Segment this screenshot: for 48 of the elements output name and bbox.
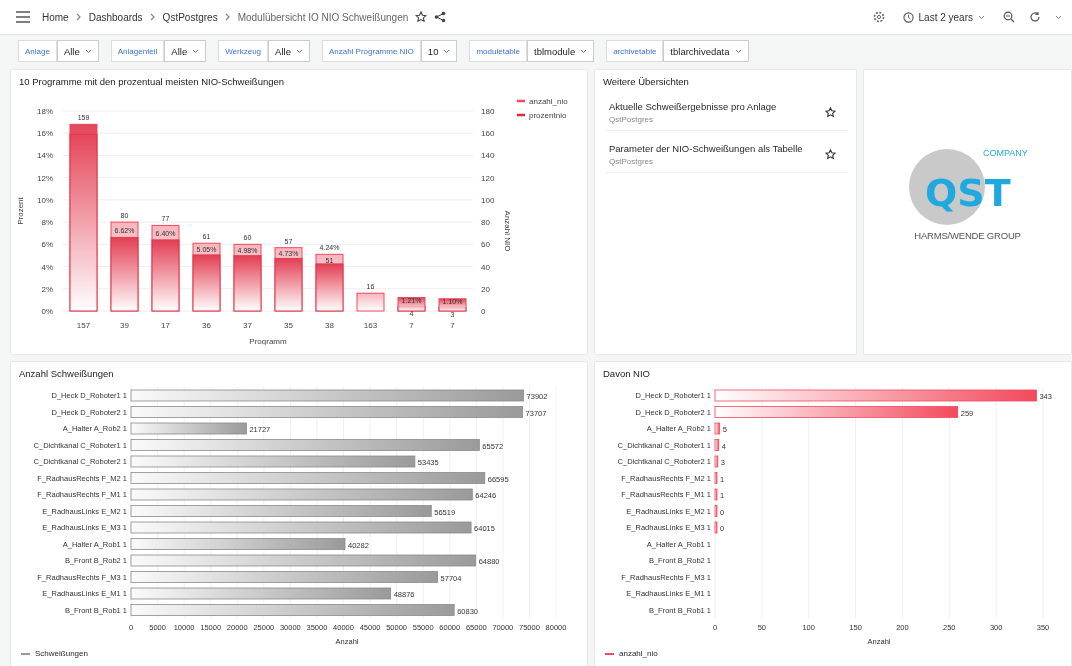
panel-title: Anzahl Schweißungen <box>18 367 115 381</box>
axis-tick-label: 4% <box>41 262 53 272</box>
axis-tick-label: 0 <box>481 307 486 316</box>
folder-name: QstPostgres <box>609 115 654 124</box>
axis-tick-label: 2% <box>41 284 53 294</box>
panel-title: Davon NIO <box>602 367 651 381</box>
axis-tick-label: 17 <box>161 321 170 330</box>
axis-tick-label: 35 <box>284 321 293 330</box>
axis-tick-label: 80 <box>481 218 490 228</box>
variable-label: Anlagenteil <box>110 40 165 62</box>
axis-tick-label: 10% <box>37 195 53 205</box>
axis-tick-label: 18% <box>37 107 53 116</box>
axis-tick-label: 36 <box>202 321 211 330</box>
panel-title: 10 Programme mit den prozentual meisten NIO-Schweißungen <box>18 75 286 89</box>
axis-title: Prozent <box>16 197 25 225</box>
axis-tick-label: 20 <box>481 284 490 294</box>
axis-tick-label: 100 <box>481 195 495 205</box>
axis-tick-label: 0% <box>41 307 53 316</box>
panel-title: Weitere Übersichten <box>602 75 690 89</box>
axis-tick-label: 120 <box>481 173 495 183</box>
axis-title: Programm <box>249 337 287 345</box>
variable-label: archivetable <box>606 40 664 62</box>
variable-label: Anzahl Programme NIO <box>321 40 421 62</box>
axis-tick-label: 140 <box>481 151 495 161</box>
axis-tick-label: 12% <box>37 173 53 183</box>
axis-tick-label: 38 <box>325 321 334 330</box>
axis-tick-label: 40 <box>481 262 490 272</box>
logo-mark: QST <box>924 170 1011 215</box>
variable-label: Anlage <box>18 40 57 62</box>
axis-tick-label: 160 <box>481 129 495 139</box>
axis-tick-label: 14% <box>37 151 53 161</box>
axis-tick-label: 163 <box>363 321 378 330</box>
axis-tick-label: 16% <box>37 129 53 139</box>
axis-tick-label: 7 <box>409 321 414 330</box>
axis-tick-label: 180 <box>481 107 495 116</box>
axis-tick-label: 157 <box>76 321 91 330</box>
variable-label: Werkzeug <box>218 40 269 62</box>
axis-tick-label: 7 <box>450 321 455 330</box>
logo-text: HARMS/WENDE GROUP <box>914 229 1021 241</box>
axis-tick-label: 6% <box>41 240 53 250</box>
logo-tagline: COMPANY <box>982 147 1028 158</box>
axis-tick-label: 37 <box>243 321 252 330</box>
folder-name: QstPostgres <box>609 157 654 166</box>
axis-tick-label: 39 <box>120 321 129 330</box>
variable-label: moduletable <box>469 40 527 62</box>
axis-tick-label: 60 <box>481 240 490 250</box>
axis-title: Anzahl NIO <box>503 210 512 252</box>
axis-tick-label: 8% <box>41 218 53 228</box>
